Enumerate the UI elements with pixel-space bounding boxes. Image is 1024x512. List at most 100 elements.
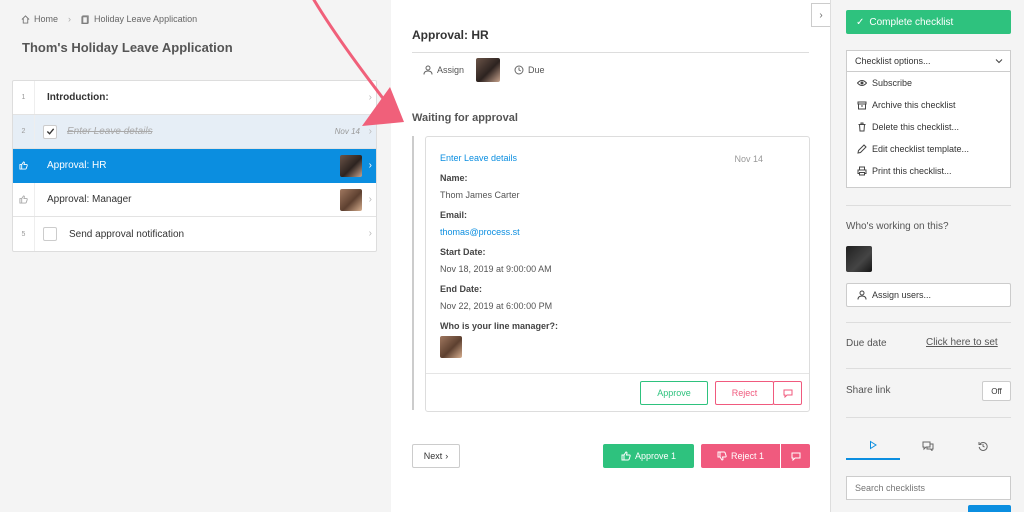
comment-icon [783,389,792,398]
task-checkbox-checked[interactable] [43,124,57,139]
assign-link[interactable]: Assign [437,65,464,75]
field-value: Nov 22, 2019 at 6:00:00 PM [440,301,553,311]
menu-item-delete[interactable]: Delete this checklist... [847,116,1010,138]
reject-all-button[interactable]: Reject 1 [701,444,780,468]
tab-history[interactable] [956,432,1010,460]
trash-icon [858,122,866,132]
task-list: 1 Introduction: › 2 Enter Leave details … [12,80,377,252]
divider [846,322,1011,323]
field-line-manager: Who is your line manager?: [440,321,558,358]
checklist-options-menu: Subscribe Archive this checklist Delete … [846,72,1011,188]
task-item-enter-leave-details[interactable]: 2 Enter Leave details Nov 14 › [13,115,376,149]
menu-item-archive[interactable]: Archive this checklist [847,94,1010,116]
email-link[interactable]: thomas@process.st [440,227,520,237]
home-icon [21,14,30,24]
assign-users-label: Assign users... [872,290,932,300]
complete-checklist-button[interactable]: ✓ Complete checklist [846,10,1011,34]
due-date-label: Due date [846,338,887,349]
tab-activity[interactable] [846,432,900,460]
reject-comment-button[interactable] [780,444,810,468]
printer-icon [857,166,867,176]
search-checklists-input[interactable] [846,476,1011,500]
task-item-introduction[interactable]: 1 Introduction: › [13,81,376,115]
approve-all-button[interactable]: Approve 1 [603,444,694,468]
page-title: Thom's Holiday Leave Application [22,40,233,55]
thumbs-up-icon [13,183,35,216]
divider [846,368,1011,369]
collapse-sidebar-button[interactable]: › [811,3,831,27]
approval-card: Enter Leave details Nov 14 Name: Thom Ja… [425,136,810,412]
step-title: Approval: HR [412,28,489,42]
breadcrumb-current[interactable]: Holiday Leave Application [94,14,197,24]
task-label: Introduction: [47,92,109,103]
due-link[interactable]: Due [528,65,545,75]
assignee-avatar [340,189,362,211]
checklist-sidebar: ✓ Complete checklist Checklist options..… [830,0,1024,512]
field-label: Who is your line manager?: [440,321,559,331]
task-label: Approval: HR [47,160,107,171]
clock-icon [514,65,524,75]
menu-item-label: Delete this checklist... [872,122,960,132]
menu-item-subscribe[interactable]: Subscribe [847,72,1010,94]
approve-all-label: Approve 1 [634,451,677,461]
task-checkbox[interactable] [43,227,57,241]
approve-button[interactable]: Approve [640,381,708,405]
divider [846,205,1011,206]
next-button[interactable]: Next › [412,444,460,468]
reject-all-label: Reject 1 [730,451,765,461]
menu-item-label: Subscribe [872,78,913,88]
tab-comments[interactable] [901,432,955,460]
menu-item-print[interactable]: Print this checklist... [847,160,1010,182]
enter-leave-details-link[interactable]: Enter Leave details [440,153,517,163]
assign-users-button[interactable]: Assign users... [846,283,1011,307]
task-item-approval-manager[interactable]: Approval: Manager › [13,183,376,217]
search-button[interactable] [968,505,1011,512]
task-number: 2 [13,115,35,148]
task-item-approval-hr[interactable]: Approval: HR › [13,149,376,183]
share-link-toggle[interactable]: Off [982,381,1011,401]
field-name: Name: Thom James Carter [440,173,520,200]
play-icon [870,440,877,450]
thumbs-up-icon [13,149,35,182]
task-number: 5 [13,217,35,251]
task-label: Enter Leave details [67,126,153,137]
chevron-right-icon: › [368,126,372,137]
chevron-right-icon: › [368,194,372,205]
thumbs-up-icon [621,451,631,461]
step-panel: Approval: HR Assign Due Waiting for appr… [391,0,830,512]
menu-item-label: Archive this checklist [872,100,956,110]
divider [846,417,1011,418]
checklist-icon [81,14,89,24]
card-footer: Approve Reject [426,373,809,411]
comments-icon [922,441,934,451]
archive-icon [857,101,867,110]
field-value: Thom James Carter [440,190,520,200]
field-label: Name: [440,173,468,183]
comment-button[interactable] [773,381,802,405]
comment-icon [791,452,800,461]
chevron-right-icon: › [368,228,372,239]
task-number: 1 [13,81,35,114]
menu-item-label: Print this checklist... [872,166,952,176]
assignee-avatar[interactable] [476,58,501,82]
card-date: Nov 14 [734,154,763,164]
waiting-for-approval-heading: Waiting for approval [412,112,518,124]
history-icon [978,441,988,451]
share-link-label: Share link [846,385,891,396]
reject-button[interactable]: Reject [715,381,774,405]
task-panel: Home › Holiday Leave Application Thom's … [0,0,391,512]
chevron-right-icon: › [368,92,372,103]
breadcrumb: Home › Holiday Leave Application [21,14,197,24]
field-value: Nov 18, 2019 at 9:00:00 AM [440,264,552,274]
chevron-right-icon: › [819,9,823,21]
set-due-date-link[interactable]: Click here to set [926,337,998,348]
chevron-down-icon [995,59,1003,64]
field-end-date: End Date: Nov 22, 2019 at 6:00:00 PM [440,284,552,311]
breadcrumb-home[interactable]: Home [34,14,58,24]
menu-item-edit-template[interactable]: Edit checklist template... [847,138,1010,160]
thumbs-down-icon [717,451,727,461]
checklist-options-select[interactable]: Checklist options... [846,50,1011,72]
task-item-send-approval-notification[interactable]: 5 Send approval notification › [13,217,376,251]
task-label: Approval: Manager [47,194,132,205]
checklist-options-label: Checklist options... [855,56,931,66]
